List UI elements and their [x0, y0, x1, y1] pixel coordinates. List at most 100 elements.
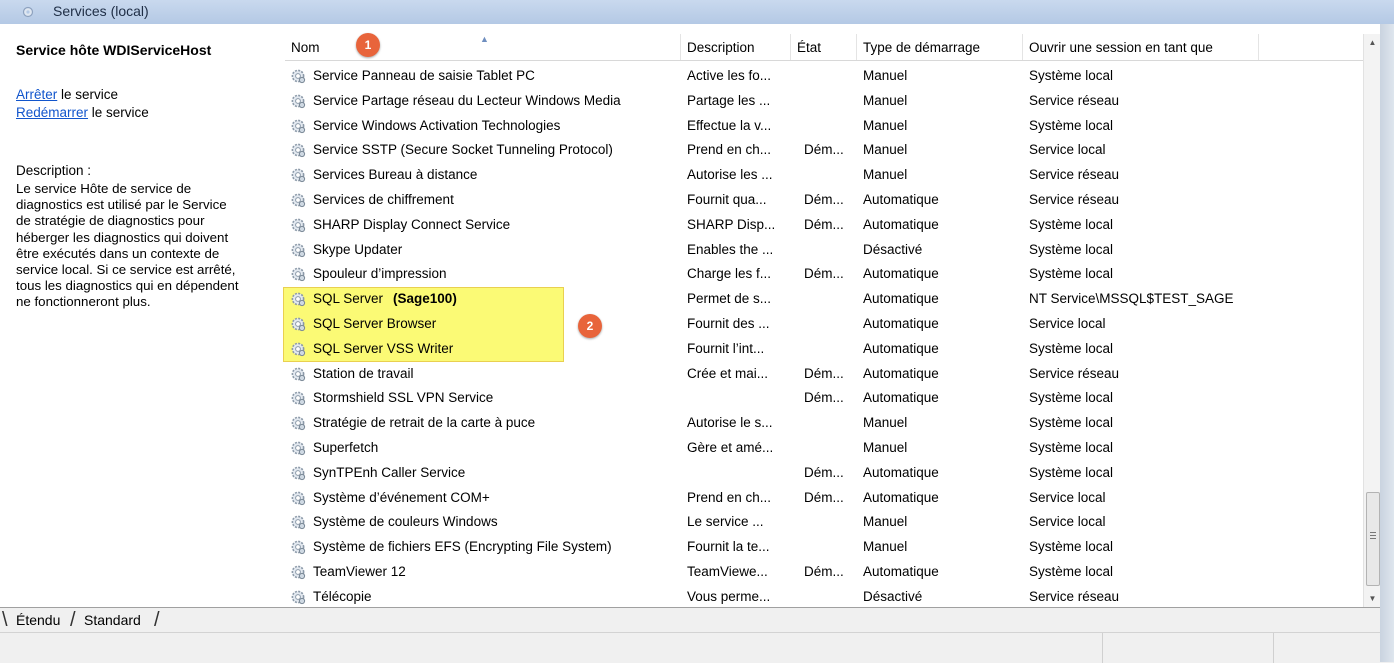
service-description: Fournit l’int... — [687, 340, 765, 356]
service-startup-type: Automatique — [863, 390, 939, 406]
service-description: Vous perme... — [687, 588, 771, 604]
service-description: Charge les f... — [687, 266, 772, 282]
scroll-down-icon[interactable]: ▼ — [1364, 590, 1381, 607]
service-description: Enables the ... — [687, 241, 774, 257]
service-gear-icon — [290, 118, 306, 134]
service-startup-type: Manuel — [863, 92, 908, 108]
table-row[interactable]: Service Partage réseau du Lecteur Window… — [285, 88, 1363, 113]
service-description: TeamViewe... — [687, 563, 768, 579]
service-state — [804, 113, 854, 138]
tab-extended[interactable]: Étendu — [12, 610, 64, 630]
table-row[interactable]: SynTPEnh Caller Service Dém... Automatique… — [285, 460, 1363, 485]
column-header-startup[interactable]: Type de démarrage — [857, 34, 1023, 60]
service-state — [804, 88, 854, 113]
table-row[interactable]: Stormshield SSL VPN Service Dém... Automat… — [285, 385, 1363, 410]
table-header: Nom ▲ Description État Type de démarrage… — [285, 34, 1363, 61]
service-logon-account: Service réseau — [1029, 167, 1120, 183]
service-description: SHARP Disp... — [687, 216, 776, 232]
service-description — [687, 385, 799, 410]
service-name: Service SSTP (Secure Socket Tunneling Pr… — [313, 142, 613, 158]
service-logon-account: Service local — [1029, 514, 1106, 530]
service-logon-account: Système local — [1029, 415, 1114, 431]
service-name: SQL Server (Sage100) — [313, 291, 457, 307]
service-state — [804, 237, 854, 262]
column-header-logon[interactable]: Ouvrir une session en tant que — [1023, 34, 1259, 60]
table-row[interactable]: SQL Server Browser Fournit des ... Automat… — [285, 311, 1363, 336]
table-row[interactable]: Services Bureau à distance Autorise les .… — [285, 162, 1363, 187]
window-edge — [1380, 24, 1394, 662]
service-state — [804, 509, 854, 534]
service-startup-type: Automatique — [863, 266, 939, 282]
service-gear-icon — [290, 291, 306, 307]
table-row[interactable]: Station de travail Crée et mai... Dém... Au… — [285, 361, 1363, 386]
service-gear-icon — [290, 93, 306, 109]
service-startup-type: Désactivé — [863, 588, 923, 604]
table-row[interactable]: SHARP Display Connect Service SHARP Disp.… — [285, 212, 1363, 237]
table-row[interactable]: Services de chiffrement Fournit qua... Dém… — [285, 187, 1363, 212]
table-row[interactable]: TeamViewer 12 TeamViewe... Dém... Automatiq… — [285, 559, 1363, 584]
annotation-badge-2: 2 — [578, 314, 602, 338]
service-description: Fournit la te... — [687, 539, 770, 555]
vertical-scrollbar[interactable]: ▲ ▼ — [1363, 34, 1381, 607]
table-row[interactable]: Superfetch Gère et amé... Manuel Système lo… — [285, 435, 1363, 460]
service-name: Stormshield SSL VPN Service — [313, 390, 494, 406]
service-gear-icon — [290, 415, 306, 431]
service-startup-type: Manuel — [863, 439, 908, 455]
table-row[interactable]: SQL Server (Sage100) Permet de s... Automat… — [285, 286, 1363, 311]
service-name: Service Panneau de saisie Tablet PC — [313, 68, 535, 83]
service-state: Dém... — [804, 266, 844, 282]
table-row[interactable]: Service Panneau de saisie Tablet PC Activ… — [285, 63, 1363, 88]
service-logon-account: Système local — [1029, 539, 1114, 555]
service-gear-icon — [290, 217, 306, 233]
service-logon-account: Système local — [1029, 117, 1114, 133]
service-name: Services Bureau à distance — [313, 167, 478, 183]
table-row[interactable]: Service SSTP (Secure Socket Tunneling Pr… — [285, 137, 1363, 162]
tab-standard[interactable]: Standard — [80, 610, 145, 630]
service-state: Dém... — [804, 563, 844, 579]
service-gear-icon — [290, 390, 306, 406]
annotation-badge-1: 1 — [356, 33, 380, 57]
column-header-description[interactable]: Description — [681, 34, 791, 60]
service-gear-icon — [290, 366, 306, 382]
service-description: Prend en ch... — [687, 489, 772, 505]
sort-ascending-icon: ▲ — [480, 34, 489, 44]
service-gear-icon — [290, 440, 306, 456]
service-startup-type: Automatique — [863, 563, 939, 579]
table-row[interactable]: Télécopie Vous perme... Désactivé Service r… — [285, 584, 1363, 609]
scroll-up-icon[interactable]: ▲ — [1364, 34, 1381, 51]
table-row[interactable]: Skype Updater Enables the ... Désactivé Sys… — [285, 237, 1363, 262]
table-row[interactable]: Service Windows Activation Technologies E… — [285, 113, 1363, 138]
selected-service-name: Service hôte WDIServiceHost — [16, 42, 212, 58]
service-gear-icon — [290, 242, 306, 258]
service-state: Dém... — [804, 142, 844, 158]
service-logon-account: Système local — [1029, 464, 1114, 480]
service-name: SQL Server VSS Writer — [313, 340, 454, 356]
restart-suffix: le service — [88, 105, 149, 120]
service-logon-account: Système local — [1029, 68, 1114, 83]
table-row[interactable]: Système d’événement COM+ Prend en ch... Dé… — [285, 485, 1363, 510]
service-logon-account: Service réseau — [1029, 191, 1120, 207]
service-logon-account: Système local — [1029, 340, 1114, 356]
service-state — [804, 534, 854, 559]
description-line: tous les diagnostics qui en dépendent — [16, 278, 239, 294]
table-row[interactable]: Stratégie de retrait de la carte à puce A… — [285, 410, 1363, 435]
service-description: Crée et mai... — [687, 365, 769, 381]
description-line: service local. Si ce service est arrêté, — [16, 262, 236, 278]
restart-service-link[interactable]: Redémarrer — [16, 105, 88, 120]
service-name: Service Partage réseau du Lecteur Window… — [313, 92, 621, 108]
scroll-thumb[interactable] — [1366, 492, 1380, 586]
table-row[interactable]: SQL Server VSS Writer Fournit l’int... Aut… — [285, 336, 1363, 361]
service-name: Système de couleurs Windows — [313, 514, 498, 530]
column-header-state[interactable]: État — [791, 34, 857, 60]
service-gear-icon — [290, 539, 306, 555]
description-pane: Service hôte WDIServiceHost Arrêter le s… — [0, 24, 282, 607]
table-row[interactable]: Système de fichiers EFS (Encrypting File… — [285, 534, 1363, 559]
description-line: de stratégie de diagnostics pour — [16, 213, 205, 229]
table-row[interactable]: Spouleur d’impression Charge les f... Dém.… — [285, 261, 1363, 286]
service-state: Dém... — [804, 365, 844, 381]
stop-service-link[interactable]: Arrêter — [16, 87, 57, 102]
table-row[interactable]: Système de couleurs Windows Le service ..… — [285, 509, 1363, 534]
service-name: Système d’événement COM+ — [313, 489, 490, 505]
service-description — [687, 460, 799, 485]
service-name: SQL Server Browser — [313, 315, 437, 331]
